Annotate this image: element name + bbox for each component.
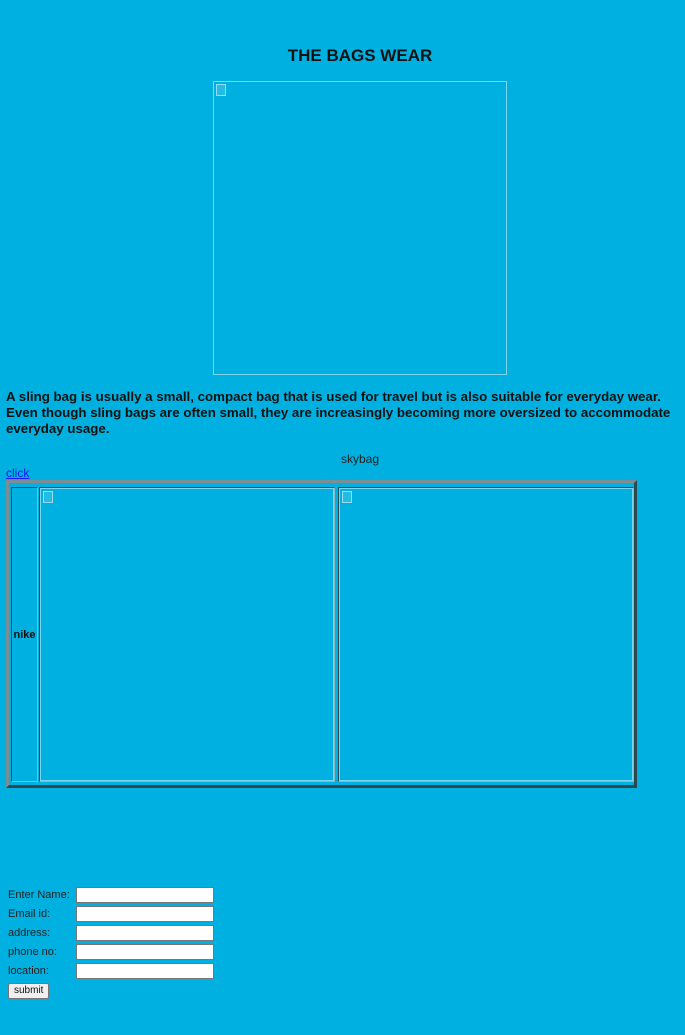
name-label: Enter Name: (8, 889, 70, 901)
table-cell-label: nike (11, 487, 38, 782)
broken-image-icon (43, 491, 53, 503)
broken-image-icon (216, 84, 226, 96)
address-label: address: (8, 927, 51, 939)
page-title: THE BAGS WEAR (287, 46, 433, 65)
location-label: location: (8, 965, 49, 977)
address-input[interactable] (76, 925, 214, 941)
product-image-1 (40, 488, 334, 781)
phone-input[interactable] (76, 944, 214, 960)
phone-label: phone no: (8, 946, 57, 958)
form-row-name: Enter Name: (8, 886, 218, 904)
submit-button[interactable]: submit (8, 983, 50, 999)
form-row-location: location: (8, 962, 218, 980)
location-input[interactable] (76, 963, 214, 979)
email-input[interactable] (76, 906, 214, 922)
broken-image-icon (342, 491, 352, 503)
product-image-2 (339, 488, 633, 781)
click-link[interactable]: click (6, 466, 29, 480)
table-cell-image-2 (338, 487, 634, 782)
image-caption: skybag (340, 452, 380, 466)
brand-label: nike (13, 628, 36, 641)
product-table: nike (6, 480, 637, 788)
form-row-address: address: (8, 924, 218, 942)
table-cell-image-1 (39, 487, 335, 782)
email-label: Email id: (8, 908, 51, 920)
description-text: A sling bag is usually a small, compact … (6, 389, 671, 436)
name-input[interactable] (76, 887, 214, 903)
form-row-email: Email id: (8, 905, 218, 923)
form-row-phone: phone no: (8, 943, 218, 961)
hero-image (213, 81, 507, 375)
